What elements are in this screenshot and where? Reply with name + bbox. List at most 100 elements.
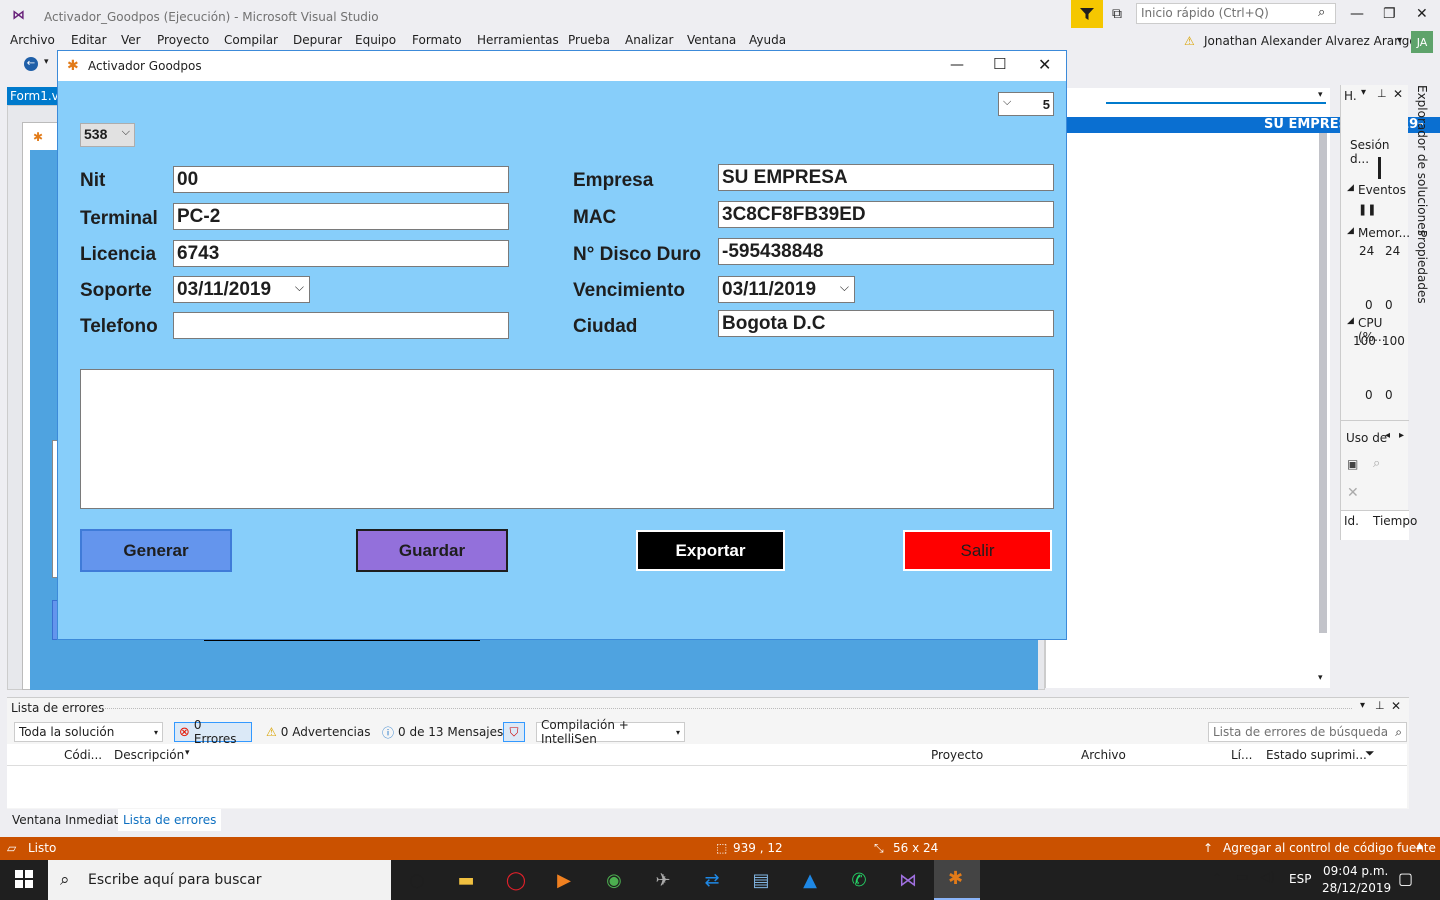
notifications-icon[interactable]: ▢ (1398, 869, 1413, 888)
menu-ver[interactable]: Ver (121, 33, 141, 47)
error-search-input[interactable]: Lista de errores de búsqueda ⌕ (1208, 722, 1407, 742)
col-line[interactable]: Lí... (1231, 748, 1252, 762)
salir-button[interactable]: Salir (903, 530, 1052, 571)
warnings-filter-button[interactable]: ⚠ 0 Advertencias (262, 722, 374, 742)
chevron-down-icon[interactable]: ▾ (44, 57, 49, 67)
menu-archivo[interactable]: Archivo (10, 33, 55, 47)
record-selector-combo[interactable]: 538 ⌵ (80, 123, 135, 147)
build-select[interactable]: Compilación + IntelliSen ▾ (536, 722, 685, 742)
expand-icon[interactable]: ◢ (1347, 183, 1354, 193)
chrome-icon[interactable]: ◉ (601, 868, 627, 892)
col-suppression[interactable]: Estado suprimi... (1266, 748, 1367, 762)
disco-duro-field[interactable]: -595438848 (718, 238, 1054, 265)
chevron-down-icon[interactable]: ▾ (1361, 87, 1366, 98)
col-code[interactable]: Códi... (64, 748, 102, 762)
cortana-icon[interactable]: ○ (404, 868, 430, 892)
drive-icon[interactable]: ▲ (797, 868, 823, 892)
avatar[interactable]: JA (1411, 31, 1433, 53)
menu-depurar[interactable]: Depurar (293, 33, 342, 47)
top-right-combo[interactable]: ⌵ 5 (998, 92, 1054, 116)
soporte-date-picker[interactable]: 03/11/2019 ⌵ (173, 276, 310, 303)
menu-equipo[interactable]: Equipo (355, 33, 396, 47)
menu-proyecto[interactable]: Proyecto (157, 33, 209, 47)
volume-icon[interactable]: ◁) (1260, 870, 1275, 885)
minimize-button[interactable]: — (1350, 6, 1364, 22)
user-name[interactable]: Jonathan Alexander Alvarez Arango (1204, 34, 1417, 48)
tab-properties[interactable]: Propiedades (1415, 230, 1429, 304)
menu-ventana[interactable]: Ventana (687, 33, 736, 47)
teamviewer-icon[interactable]: ⇄ (699, 868, 725, 892)
ciudad-field[interactable]: Bogota D.C (718, 310, 1054, 337)
search-icon[interactable]: ⌕ (1318, 5, 1325, 20)
expand-icon[interactable]: ◢ (1347, 316, 1354, 326)
nit-field[interactable]: 00 (173, 166, 509, 193)
menu-formato[interactable]: Formato (412, 33, 462, 47)
notification-icon[interactable]: ⧉ (1112, 6, 1122, 22)
chevron-up-icon[interactable]: ▲ (1416, 841, 1423, 851)
opera-icon[interactable]: ◯ (503, 868, 529, 892)
quick-launch-input[interactable]: Inicio rápido (Ctrl+Q) (1136, 3, 1336, 24)
mac-field[interactable]: 3C8CF8FB39ED (718, 201, 1054, 228)
feedback-filter-icon[interactable] (1071, 0, 1103, 28)
language-indicator[interactable]: ESP (1289, 872, 1311, 886)
activador-taskbar-button[interactable]: ✱ (934, 860, 980, 900)
tab-solution-explorer[interactable]: Explorador de soluciones (1415, 85, 1429, 236)
close-icon[interactable]: ✕ (1391, 699, 1401, 713)
tab-form1[interactable]: Form1.vb (7, 87, 59, 105)
clock-time[interactable]: 09:04 p.m. (1323, 864, 1388, 878)
chevron-down-icon[interactable]: ▾ (1397, 35, 1402, 46)
clock-date[interactable]: 28/12/2019 (1322, 881, 1391, 895)
chevron-down-icon[interactable]: ▾ (1360, 700, 1365, 711)
back-icon[interactable]: ← (24, 57, 38, 71)
visual-studio-icon[interactable]: ⋈ (895, 868, 921, 892)
col-file[interactable]: Archivo (1081, 748, 1126, 762)
errors-filter-button[interactable]: ⊗ 0 Errores (174, 722, 252, 742)
whatsapp-icon[interactable]: ✆ (846, 868, 872, 892)
dialog-maximize-button[interactable]: ☐ (993, 55, 1006, 73)
camera-icon[interactable]: ▣ (1347, 457, 1358, 471)
output-textarea[interactable] (80, 369, 1054, 509)
search-icon[interactable]: ⌕ (1373, 456, 1380, 471)
close-button[interactable]: ✕ (1416, 6, 1428, 22)
exportar-button[interactable]: Exportar (636, 530, 785, 571)
menu-editar[interactable]: Editar (71, 33, 107, 47)
filter-icon[interactable]: ⏷ (1365, 746, 1375, 761)
status-output-icon[interactable]: ▱ (7, 841, 16, 855)
chevron-down-icon[interactable]: ▾ (1318, 90, 1323, 100)
licencia-field[interactable]: 6743 (173, 240, 509, 267)
pin-icon[interactable]: ⊥ (1375, 699, 1385, 712)
generar-button[interactable]: Generar (80, 529, 232, 572)
media-player-icon[interactable]: ▶ (551, 868, 577, 892)
telefono-field[interactable] (173, 312, 509, 339)
vencimiento-date-picker[interactable]: 03/11/2019 ⌵ (718, 276, 855, 303)
scrollbar-thumb[interactable] (1319, 118, 1327, 633)
file-explorer-icon[interactable]: ▬ (453, 868, 479, 892)
close-icon[interactable]: ✕ (1393, 87, 1403, 101)
network-icon[interactable]: ▭ (1236, 870, 1248, 885)
taskbar-search[interactable]: ⌕ Escribe aquí para buscar (48, 860, 391, 900)
menu-herramientas[interactable]: Herramientas (477, 33, 559, 47)
menu-prueba[interactable]: Prueba (568, 33, 610, 47)
dialog-minimize-button[interactable]: — (950, 57, 964, 73)
network-app-icon[interactable]: ▤ (748, 868, 774, 892)
pause-icon[interactable]: ❚❚ (1358, 203, 1376, 216)
maximize-button[interactable]: ❐ (1383, 6, 1396, 22)
messages-filter-button[interactable]: ⓘ 0 de 13 Mensajes (378, 722, 507, 742)
col-description[interactable]: Descripción (114, 748, 184, 762)
scroll-down-icon[interactable]: ▾ (1318, 673, 1323, 683)
menu-analizar[interactable]: Analizar (625, 33, 673, 47)
col-project[interactable]: Proyecto (931, 748, 983, 762)
menu-compilar[interactable]: Compilar (224, 33, 278, 47)
app-icon[interactable]: ✈ (650, 868, 676, 892)
terminal-field[interactable]: PC-2 (173, 203, 509, 230)
source-control-button[interactable]: Agregar al control de código fuente (1223, 841, 1436, 855)
scope-select[interactable]: Toda la solución ▾ (14, 722, 163, 742)
chevron-up-icon[interactable]: ⌃ (1212, 871, 1222, 885)
tab-immediate-window[interactable]: Ventana Inmediato (12, 813, 126, 835)
diag-tab[interactable]: H. (1344, 89, 1357, 103)
empresa-field[interactable]: SU EMPRESA (718, 164, 1054, 191)
expand-icon[interactable]: ◢ (1347, 226, 1354, 236)
delete-icon[interactable]: ✕ (1347, 485, 1359, 501)
filter-toggle-icon[interactable]: ⛉ (503, 722, 525, 742)
guardar-button[interactable]: Guardar (356, 529, 508, 572)
